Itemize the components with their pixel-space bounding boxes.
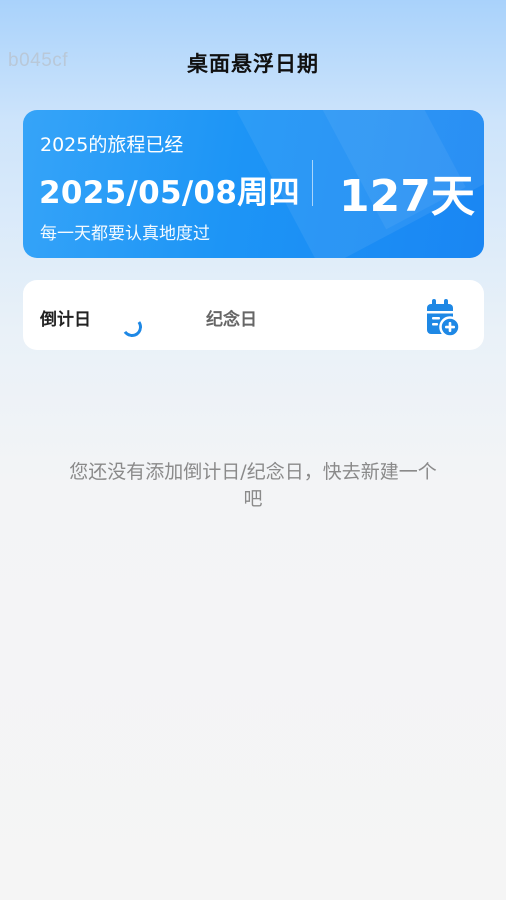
- motto-text: 每一天都要认真地度过: [40, 224, 210, 244]
- year-journey-caption: 2025的旅程已经: [40, 134, 184, 156]
- page-title: 桌面悬浮日期: [187, 52, 319, 76]
- calendar-add-icon: [427, 299, 461, 338]
- empty-state-message: 您还没有添加倒计日/纪念日，快去新建一个吧: [69, 461, 437, 510]
- card-divider: [312, 160, 313, 206]
- add-event-button[interactable]: [425, 298, 461, 338]
- tab-anniversary[interactable]: 纪念日: [206, 305, 257, 330]
- active-tab-indicator: [120, 315, 144, 339]
- tab-bar: 倒计日 纪念日: [23, 280, 484, 350]
- tab-countdown[interactable]: 倒计日: [40, 305, 91, 330]
- days-elapsed: 127天: [339, 171, 475, 222]
- current-date: 2025/05/08周四: [39, 175, 300, 211]
- year-progress-card: 2025的旅程已经 2025/05/08周四 127天 每一天都要认真地度过: [23, 110, 484, 258]
